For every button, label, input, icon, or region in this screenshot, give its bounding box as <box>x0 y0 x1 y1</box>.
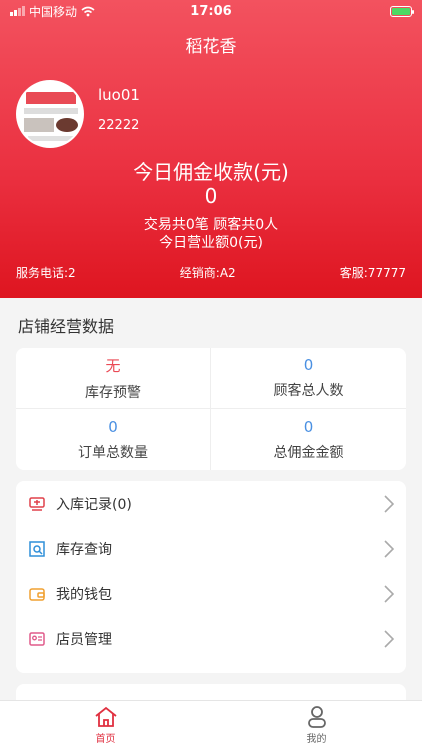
staff-card-icon <box>29 631 45 646</box>
signal-icon <box>10 6 25 16</box>
stat-label: 订单总数量 <box>78 444 148 461</box>
tab-label: 我的 <box>306 734 327 745</box>
stat-value: 无 <box>105 356 121 375</box>
revenue-summary: 今日营业额0(元) <box>159 235 263 251</box>
stat-value: 0 <box>303 417 314 436</box>
service-phone[interactable]: 服务电话:2 <box>16 264 76 281</box>
menu-item-inbound-records[interactable]: 入库记录(0) <box>16 481 406 526</box>
status-left: 中国移动 <box>10 3 95 20</box>
stat-value: 0 <box>108 417 118 436</box>
user-icon <box>307 706 326 728</box>
profile[interactable]: luo01 22222 <box>16 80 140 148</box>
stat-label: 总佣金金额 <box>273 444 344 461</box>
customer-service[interactable]: 客服:77777 <box>340 264 406 281</box>
stat-total-orders[interactable]: 0 订单总数量 <box>16 409 211 470</box>
stat-total-commission[interactable]: 0 总佣金金额 <box>211 409 406 470</box>
home-icon <box>94 706 117 727</box>
inventory-search-icon <box>29 540 45 557</box>
tab-mine[interactable]: 我的 <box>211 701 422 750</box>
stat-inventory-warning[interactable]: 无 库存预警 <box>16 348 211 409</box>
stat-label: 库存预警 <box>85 384 141 401</box>
menu-item-inventory-search[interactable]: 库存查询 <box>16 526 406 571</box>
avatar[interactable] <box>16 80 84 148</box>
chevron-right-icon <box>384 585 394 603</box>
inbound-record-icon <box>29 496 45 511</box>
menu-label: 入库记录(0) <box>56 496 132 513</box>
user-id: 22222 <box>98 118 140 133</box>
profile-text: luo01 22222 <box>98 86 140 133</box>
stat-value: 0 <box>303 356 314 374</box>
username: luo01 <box>98 86 140 104</box>
status-bar: 中国移动 17:06 <box>0 0 422 22</box>
battery-icon <box>390 5 414 17</box>
header: 中国移动 17:06 稻花香 luo01 22222 今日佣金收款(元) 0 交… <box>0 0 422 298</box>
transaction-summary: 交易共0笔 顾客共0人 <box>143 217 279 233</box>
section-title: 店铺经营数据 <box>18 317 115 336</box>
page-title: 稻花香 <box>185 37 237 57</box>
menu-label: 库存查询 <box>56 541 112 558</box>
chevron-right-icon <box>384 540 394 558</box>
commission-title: 今日佣金收款(元) <box>133 160 289 184</box>
wallet-icon <box>29 587 45 601</box>
dealer-label: 经销商:A2 <box>179 266 236 280</box>
chevron-right-icon <box>384 630 394 648</box>
carrier-label: 中国移动 <box>29 4 78 19</box>
stats-card: 无 库存预警 0 顾客总人数 0 订单总数量 0 总佣金金额 <box>16 348 406 470</box>
tab-home[interactable]: 首页 <box>0 701 211 750</box>
menu-label: 我的钱包 <box>56 586 112 603</box>
stat-label: 顾客总人数 <box>273 383 344 399</box>
info-row: 服务电话:2 经销商:A2 客服:77777 <box>16 264 406 281</box>
menu-card: 入库记录(0) 库存查询 我的钱包 店员管理 <box>16 481 406 673</box>
wifi-icon <box>81 6 95 16</box>
menu-item-staff-management[interactable]: 店员管理 <box>16 616 406 661</box>
menu-item-wallet[interactable]: 我的钱包 <box>16 571 406 616</box>
tab-label: 首页 <box>95 734 116 745</box>
tab-bar: 首页 我的 <box>0 700 422 750</box>
status-time: 17:06 <box>190 3 232 19</box>
commission-value: 0 <box>204 184 218 208</box>
stat-total-customers[interactable]: 0 顾客总人数 <box>211 348 406 409</box>
menu-label: 店员管理 <box>56 631 112 648</box>
chevron-right-icon <box>384 495 394 513</box>
